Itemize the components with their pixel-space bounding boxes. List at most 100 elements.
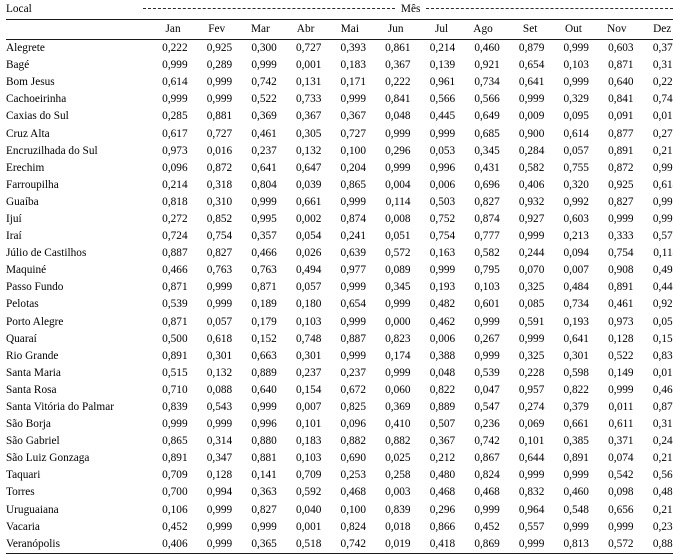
table-row: São Borja 0,999 0,999 0,996 0,101 0,096 0,410 0… bbox=[6, 416, 673, 433]
value-cell: 0,871 bbox=[162, 281, 188, 294]
local-name-cell: Porto Alegre bbox=[6, 315, 64, 328]
local-name-cell: Rio Grande bbox=[6, 349, 59, 362]
value-cell: 0,999 bbox=[652, 212, 673, 225]
value-cell: 0,887 bbox=[162, 247, 188, 260]
value-cell: 0,468 bbox=[474, 486, 500, 499]
month-group-header: Mês bbox=[143, 0, 673, 19]
value-cell: 0,999 bbox=[474, 503, 500, 516]
value-cell: 0,727 bbox=[206, 127, 233, 140]
value-cell: 0,654 bbox=[340, 298, 366, 311]
value-cell: 0,016 bbox=[206, 144, 233, 157]
value-cell: 0,480 bbox=[429, 469, 456, 482]
value-cell: 0,839 bbox=[162, 401, 188, 414]
local-name-cell: Santa Rosa bbox=[6, 383, 57, 396]
value-cell: 0,999 bbox=[385, 161, 411, 174]
table-row: Rio Grande 0,891 0,301 0,663 0,301 0,999 0,174… bbox=[6, 348, 673, 365]
value-cell: 0,752 bbox=[429, 212, 456, 225]
value-cell: 0,618 bbox=[206, 332, 233, 345]
local-name-cell: Cruz Alta bbox=[6, 127, 50, 140]
value-cell: 0,866 bbox=[429, 520, 456, 533]
value-cell: 0,880 bbox=[652, 537, 673, 550]
value-cell: 0,727 bbox=[295, 42, 322, 55]
value-cell: 0,823 bbox=[385, 332, 411, 345]
value-cell: 0,999 bbox=[608, 520, 634, 533]
value-cell: 0,882 bbox=[385, 435, 411, 448]
value-cell: 0,363 bbox=[251, 486, 277, 499]
local-name-cell: São Gabriel bbox=[6, 435, 60, 448]
value-cell: 0,542 bbox=[608, 469, 634, 482]
table-row: Santa Maria 0,515 0,132 0,889 0,237 0,237 0,99… bbox=[6, 365, 673, 382]
value-cell: 0,379 bbox=[563, 401, 589, 414]
value-cell: 0,932 bbox=[518, 195, 545, 208]
table-row: São Luiz Gonzaga 0,891 0,347 0,881 0,103 0,69… bbox=[6, 450, 673, 467]
value-cell: 0,964 bbox=[518, 503, 545, 516]
value-cell: 0,229 bbox=[652, 76, 673, 89]
value-cell: 0,007 bbox=[295, 401, 322, 414]
value-cell: 0,296 bbox=[385, 144, 411, 157]
value-cell: 0,603 bbox=[608, 42, 634, 55]
value-cell: 0,369 bbox=[251, 110, 277, 123]
value-cell: 0,098 bbox=[608, 486, 634, 499]
local-name-cell: Iraí bbox=[6, 230, 22, 243]
value-cell: 0,754 bbox=[206, 230, 233, 243]
value-cell: 0,367 bbox=[295, 110, 322, 123]
value-cell: 0,089 bbox=[385, 264, 411, 277]
value-cell: 0,572 bbox=[608, 537, 634, 550]
value-cell: 0,999 bbox=[474, 315, 500, 328]
value-cell: 0,026 bbox=[295, 247, 322, 260]
value-cell: 0,999 bbox=[563, 76, 589, 89]
value-cell: 0,272 bbox=[162, 212, 188, 225]
dashed-rule-right bbox=[426, 7, 673, 9]
month-header-fev: Fev bbox=[208, 23, 226, 35]
value-cell: 0,734 bbox=[563, 298, 589, 311]
value-cell: 0,925 bbox=[652, 298, 673, 311]
monthly-probability-table: Local Mês Jan Fev Mar Abr Mai Jun Jul Ago Set Out… bbox=[6, 0, 673, 554]
value-cell: 0,999 bbox=[652, 161, 673, 174]
value-cell: 0,999 bbox=[474, 349, 500, 362]
table-row: Vacaria 0,452 0,999 0,999 0,001 0,824 0,018 0,8… bbox=[6, 519, 673, 536]
value-cell: 0,468 bbox=[652, 383, 673, 396]
value-cell: 0,999 bbox=[251, 520, 277, 533]
value-cell: 0,709 bbox=[295, 469, 322, 482]
value-cell: 0,345 bbox=[474, 144, 500, 157]
value-cell: 0,253 bbox=[340, 469, 366, 482]
value-cell: 0,100 bbox=[340, 144, 366, 157]
value-cell: 0,320 bbox=[563, 178, 589, 191]
value-cell: 0,149 bbox=[608, 366, 634, 379]
value-cell: 0,367 bbox=[385, 59, 411, 72]
value-cell: 0,999 bbox=[206, 298, 233, 311]
value-cell: 0,999 bbox=[206, 537, 233, 550]
value-cell: 0,879 bbox=[518, 42, 545, 55]
value-cell: 0,053 bbox=[652, 315, 673, 328]
value-cell: 0,927 bbox=[518, 212, 545, 225]
value-cell: 0,318 bbox=[652, 418, 673, 431]
value-cell: 0,614 bbox=[162, 76, 188, 89]
dashed-rule-left bbox=[143, 7, 395, 9]
value-cell: 0,212 bbox=[652, 144, 673, 157]
month-header-jan: Jan bbox=[165, 23, 181, 35]
value-cell: 0,822 bbox=[563, 383, 589, 396]
value-cell: 0,237 bbox=[251, 144, 277, 157]
value-cell: 0,217 bbox=[652, 503, 673, 516]
probability-table-container: Local Mês Jan Fev Mar Abr Mai Jun Jul Ago Set Out… bbox=[0, 0, 673, 554]
value-cell: 0,452 bbox=[474, 520, 500, 533]
value-cell: 0,882 bbox=[340, 435, 366, 448]
value-cell: 0,222 bbox=[385, 76, 411, 89]
table-row: Guaíba 0,818 0,310 0,999 0,661 0,999 0,114 0,50… bbox=[6, 194, 673, 211]
table-row: Cachoeirinha 0,999 0,999 0,522 0,733 0,999 0,8… bbox=[6, 91, 673, 108]
value-cell: 0,710 bbox=[162, 383, 188, 396]
value-cell: 0,003 bbox=[385, 486, 411, 499]
value-cell: 0,060 bbox=[385, 383, 411, 396]
month-header-row: Jan Fev Mar Abr Mai Jun Jul Ago Set Out Nov Dez bbox=[6, 20, 673, 40]
month-header-jul: Jul bbox=[434, 23, 449, 35]
value-cell: 0,566 bbox=[429, 93, 456, 106]
value-cell: 0,466 bbox=[162, 264, 188, 277]
value-cell: 0,734 bbox=[474, 76, 500, 89]
value-cell: 0,212 bbox=[429, 452, 456, 465]
value-cell: 0,999 bbox=[518, 93, 545, 106]
value-cell: 0,813 bbox=[563, 537, 589, 550]
value-cell: 0,999 bbox=[608, 383, 634, 396]
value-cell: 0,040 bbox=[295, 503, 322, 516]
value-cell: 0,385 bbox=[563, 435, 589, 448]
value-cell: 0,103 bbox=[474, 281, 500, 294]
